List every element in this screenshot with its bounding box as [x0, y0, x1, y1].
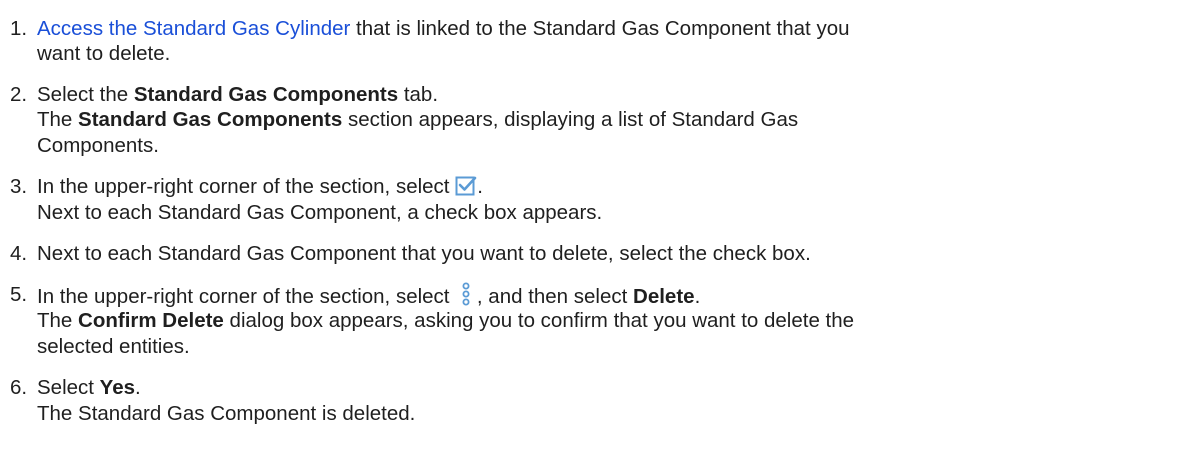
step-text: that is linked to the Standard Gas Compo…	[350, 17, 850, 40]
select-checkbox-icon	[455, 175, 477, 203]
step-number: 1.	[10, 17, 28, 40]
step-instruction-continued: want to delete.	[37, 42, 171, 65]
step-result: The Standard Gas Component is deleted.	[37, 402, 416, 425]
step-number: 2.	[10, 83, 28, 106]
step-number: 3.	[10, 175, 28, 198]
step-number: 5.	[10, 283, 28, 306]
step-number: 6.	[10, 376, 28, 399]
step-number: 4.	[10, 242, 28, 265]
step-instruction: In the upper-right corner of the section…	[37, 174, 483, 200]
ui-term: Confirm Delete	[78, 309, 224, 332]
access-cylinder-link[interactable]: Access the Standard Gas Cylinder	[37, 17, 350, 40]
step-result: Next to each Standard Gas Component, a c…	[37, 201, 603, 224]
step-instruction: In the upper-right corner of the section…	[37, 282, 700, 308]
step-result: The Standard Gas Components section appe…	[37, 108, 799, 131]
ui-term: Standard Gas Components	[133, 83, 399, 106]
step-instruction: Select Yes.	[37, 376, 141, 399]
ui-term: Yes	[99, 376, 136, 399]
step-result-continued: selected entities.	[37, 335, 190, 358]
step-result: The Confirm Delete dialog box appears, a…	[37, 309, 855, 332]
ui-term: Standard Gas Components	[78, 108, 343, 131]
step-instruction: Select the Standard Gas Components tab.	[37, 83, 439, 106]
step-instruction: Next to each Standard Gas Component that…	[37, 242, 811, 265]
step-instruction: Access the Standard Gas Cylinder that is…	[37, 16, 850, 42]
step-result-continued: Components.	[37, 134, 159, 157]
ui-term: Delete	[633, 285, 695, 308]
